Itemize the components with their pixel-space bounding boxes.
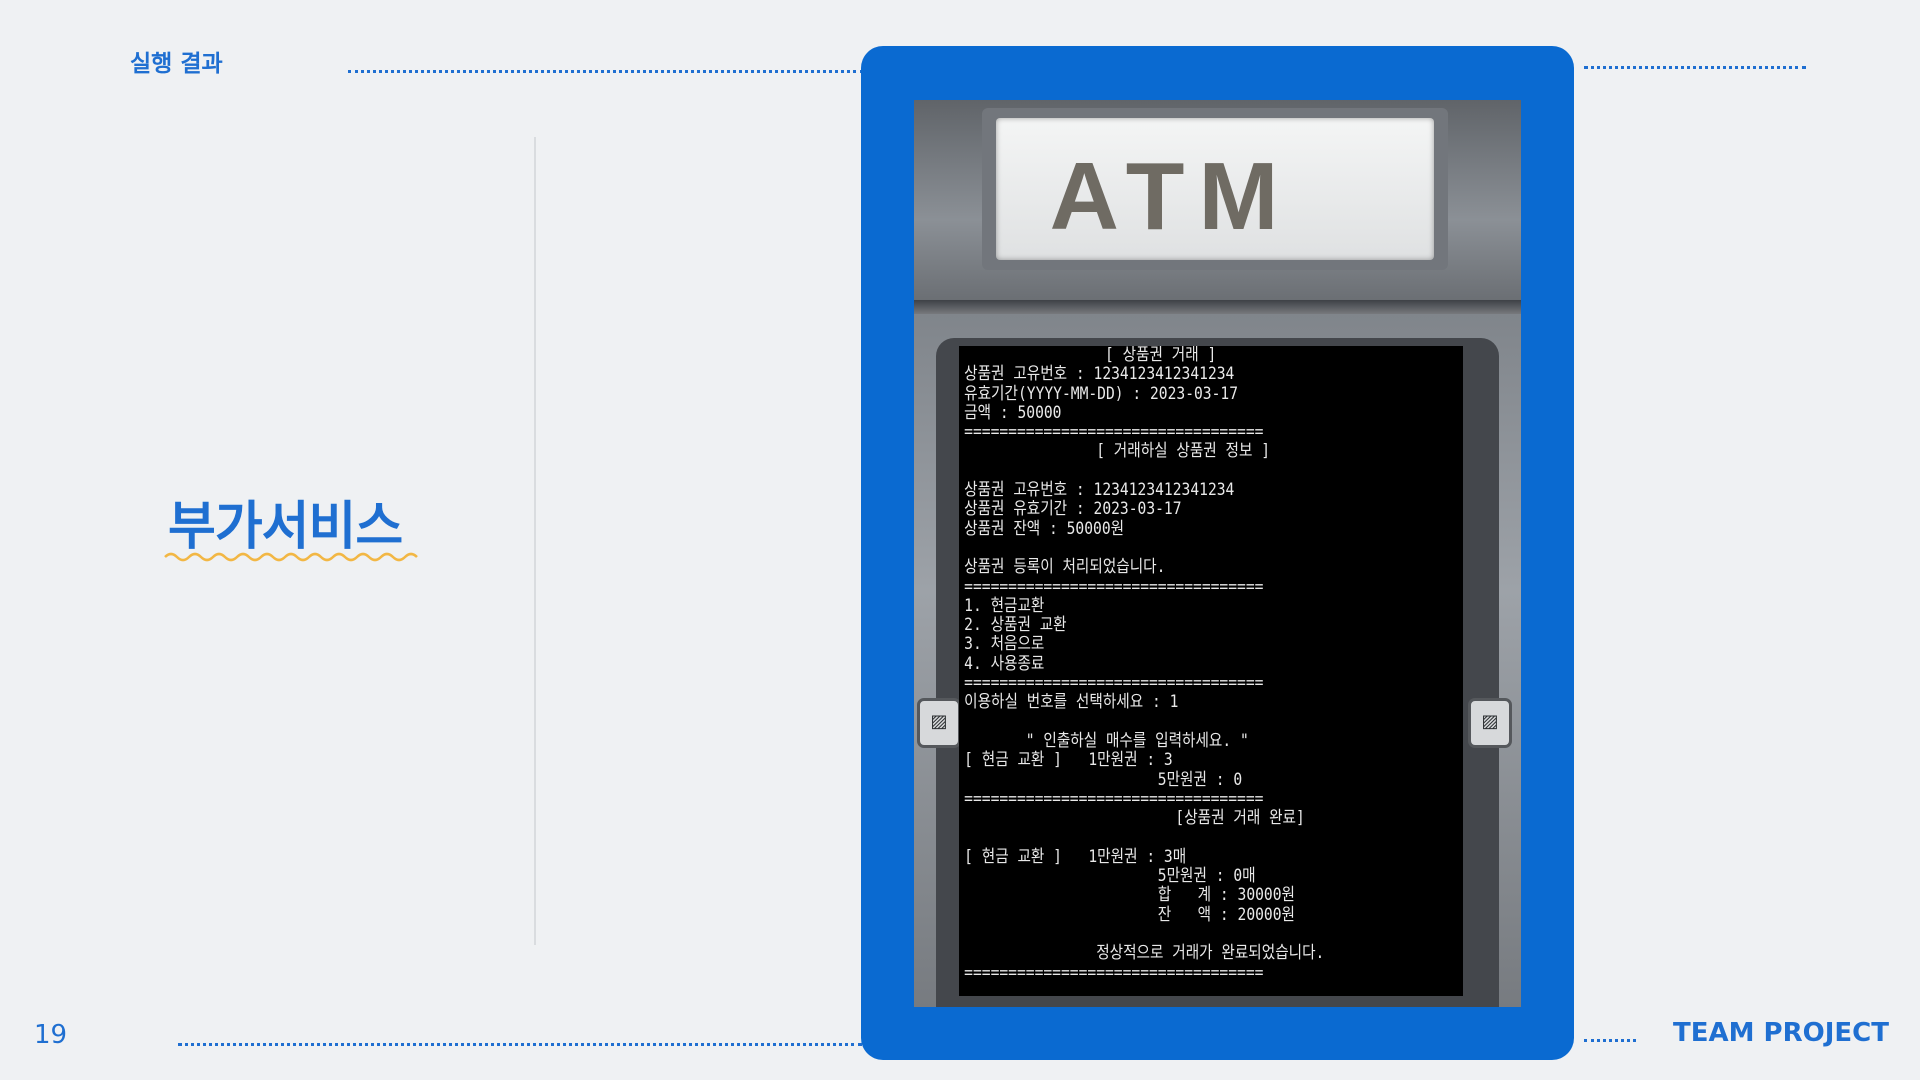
section-label: 실행 결과 <box>130 51 223 77</box>
console-line: 상품권 고유번호 : 1234123412341234 <box>964 480 1235 501</box>
console-line: 5만원권 : 0 <box>1157 769 1243 790</box>
atm-sign: ATM <box>982 108 1448 270</box>
footer-brand: TEAM PROJECT <box>1673 1018 1889 1048</box>
console-text: [ 상품권 거래 ] 상품권 고유번호 : 1234123412341234 유… <box>959 346 1392 983</box>
console-line: 5만원권 : 0매 <box>1157 866 1256 887</box>
console-line: [ 현금 교환 ] 1만원권 : 3 <box>964 750 1173 771</box>
atm-header: ATM <box>914 100 1521 300</box>
atm-sign-panel: ATM <box>996 118 1434 260</box>
console-line: 유효기간(YYYY-MM-DD) : 2023-03-17 <box>964 383 1239 404</box>
console-line: 이용하실 번호를 선택하세요 : 1 <box>964 692 1179 713</box>
dotted-divider-top-right <box>1584 66 1806 69</box>
console-line: 1. 현금교환 <box>964 595 1045 616</box>
console-line: 상품권 등록이 처리되었습니다. <box>964 557 1166 578</box>
console-output: [ 상품권 거래 ] 상품권 고유번호 : 1234123412341234 유… <box>959 346 1463 996</box>
page-number: 19 <box>34 1020 68 1050</box>
dotted-divider-bottom-left <box>178 1043 862 1046</box>
dotted-divider-bottom-right <box>1584 1039 1636 1042</box>
console-line: [ 거래하실 상품권 정보 ] <box>1096 441 1271 462</box>
vertical-rule <box>534 137 536 945</box>
console-line: 상품권 잔액 : 50000원 <box>964 518 1125 539</box>
console-line: 상품권 유효기간 : 2023-03-17 <box>964 499 1182 520</box>
console-line: [상품권 거래 완료] <box>1175 808 1305 829</box>
console-line: ================================== <box>964 576 1264 597</box>
dotted-divider-top-left <box>348 70 863 73</box>
console-line: 2. 상품권 교환 <box>964 615 1067 636</box>
card-slot-icon: ▨ <box>917 698 961 748</box>
console-line: ================================== <box>964 673 1264 694</box>
wavy-underline-icon <box>164 552 418 562</box>
console-line: 4. 사용종료 <box>964 653 1045 674</box>
console-line: [ 현금 교환 ] 1만원권 : 3매 <box>964 846 1187 867</box>
console-line: " 인출하실 매수를 입력하세요. " <box>1025 730 1249 751</box>
console-line: 잔 액 : 20000원 <box>1157 904 1295 925</box>
console-line: [ 상품권 거래 ] <box>1104 346 1217 365</box>
atm-divider <box>914 300 1521 314</box>
console-line: 정상적으로 거래가 완료되었습니다. <box>1096 943 1325 964</box>
console-line: ================================== <box>964 962 1264 983</box>
console-line: 3. 처음으로 <box>964 634 1045 655</box>
card-slot-icon: ▨ <box>1468 698 1512 748</box>
console-line: ================================== <box>964 422 1264 443</box>
atm-sign-text: ATM <box>1049 143 1293 250</box>
console-line: ================================== <box>964 788 1264 809</box>
console-line: 합 계 : 30000원 <box>1157 885 1295 906</box>
console-line: 금액 : 50000 <box>964 402 1062 423</box>
console-line: 상품권 고유번호 : 1234123412341234 <box>964 364 1235 385</box>
page-title: 부가서비스 <box>168 497 403 557</box>
